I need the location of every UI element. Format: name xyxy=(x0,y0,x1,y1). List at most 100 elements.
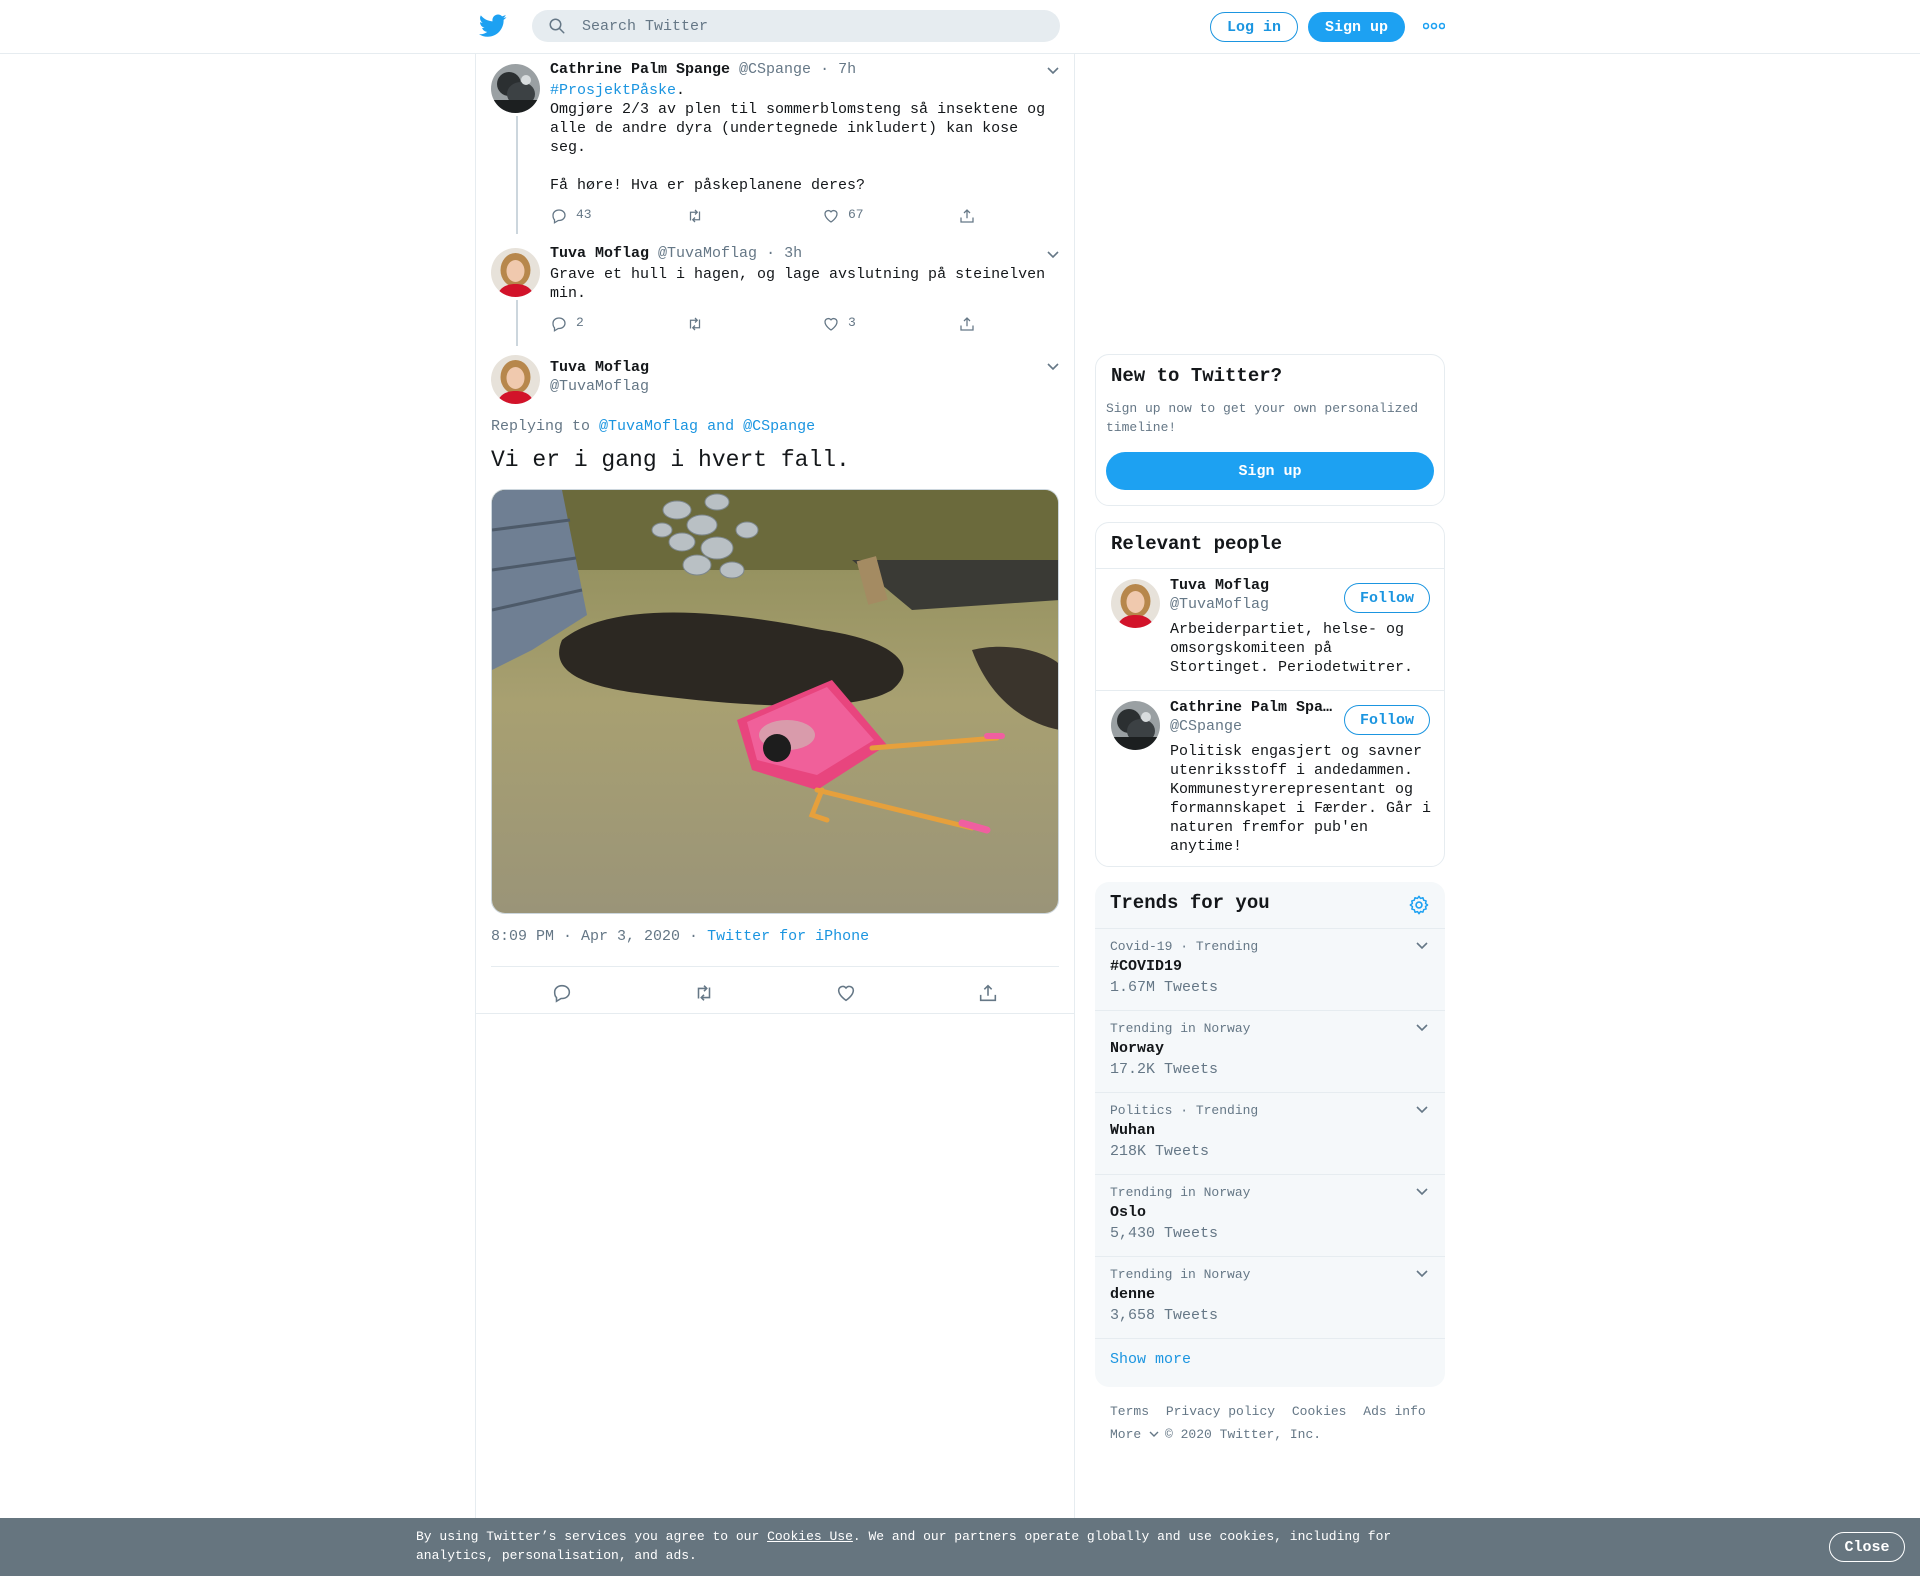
trend-name[interactable]: #COVID19 xyxy=(1110,958,1182,975)
trend-name[interactable]: Norway xyxy=(1110,1040,1164,1057)
footer-more-link[interactable]: More xyxy=(1110,1427,1159,1442)
login-button[interactable]: Log in xyxy=(1210,12,1298,42)
trend-count: 1.67M Tweets xyxy=(1110,979,1219,996)
tweet-timestamp[interactable]: 8:09 PM · Apr 3, 2020 · xyxy=(491,928,698,945)
trend-name[interactable]: denne xyxy=(1110,1286,1155,1303)
card-title: New to Twitter? xyxy=(1111,365,1283,387)
author-name[interactable]: Cathrine Palm Spange xyxy=(550,61,730,78)
person-handle[interactable]: @CSpange xyxy=(1170,718,1242,735)
search-icon xyxy=(549,18,565,34)
card-text: Sign up now to get your own personalized… xyxy=(1106,401,1419,435)
chevron-down-icon[interactable] xyxy=(1046,362,1060,372)
share-button[interactable] xyxy=(958,315,976,333)
replying-to-links[interactable]: @TuvaMoflag and @CSpange xyxy=(599,418,815,435)
trend-name[interactable]: Oslo xyxy=(1110,1204,1146,1221)
author-handle[interactable]: @CSpange xyxy=(739,61,811,78)
twitter-logo-icon[interactable] xyxy=(479,14,507,38)
like-button[interactable]: 67 xyxy=(822,207,864,225)
signup-button[interactable]: Sign up xyxy=(1308,12,1405,42)
tweet-source-link[interactable]: Twitter for iPhone xyxy=(707,928,869,945)
tweet-time[interactable]: · 7h xyxy=(820,61,856,78)
chevron-down-icon[interactable] xyxy=(1415,941,1429,951)
search-bar[interactable] xyxy=(532,10,1060,42)
trend-count: 218K Tweets xyxy=(1110,1143,1210,1160)
footer-link-cookies[interactable]: Cookies xyxy=(1292,1404,1347,1419)
person-bio: Arbeiderpartiet, helse- og omsorgskomite… xyxy=(1170,621,1414,676)
tweet-actions: 43 67 xyxy=(550,207,990,227)
card-title: Trends for you xyxy=(1110,892,1270,914)
trend-context: Trending in Norway xyxy=(1110,1021,1251,1036)
trend-item[interactable]: Trending in Norway denne 3,658 Tweets xyxy=(1095,1256,1445,1338)
tweet-actions: 2 3 xyxy=(550,315,990,335)
chevron-down-icon xyxy=(1149,1431,1159,1437)
hashtag-link[interactable]: #ProsjektPåske xyxy=(550,82,676,99)
trend-name[interactable]: Wuhan xyxy=(1110,1122,1155,1139)
trend-context: Politics · Trending xyxy=(1110,1103,1259,1118)
author-handle[interactable]: @TuvaMoflag xyxy=(550,378,649,395)
chevron-down-icon[interactable] xyxy=(1415,1023,1429,1033)
person-item[interactable]: Tuva Moflag @TuvaMoflag Follow Arbeiderp… xyxy=(1096,569,1444,690)
heart-icon[interactable] xyxy=(835,982,857,1004)
share-icon[interactable] xyxy=(977,982,999,1004)
avatar-tuvamoflag[interactable] xyxy=(491,355,540,404)
person-handle[interactable]: @TuvaMoflag xyxy=(1170,596,1269,613)
person-item[interactable]: Cathrine Palm Spange @CSpange Follow Pol… xyxy=(1096,691,1444,866)
reply-button[interactable]: 2 xyxy=(550,315,584,333)
chevron-down-icon[interactable] xyxy=(1046,250,1060,260)
close-cookie-button[interactable]: Close xyxy=(1829,1532,1905,1562)
divider xyxy=(476,1013,1074,1014)
follow-button[interactable]: Follow xyxy=(1344,583,1430,613)
sidebar-signup-button[interactable]: Sign up xyxy=(1106,452,1434,490)
focus-tweet-actions xyxy=(491,976,1059,1012)
footer-link-privacy[interactable]: Privacy policy xyxy=(1166,1404,1275,1419)
person-name[interactable]: Tuva Moflag xyxy=(1170,577,1335,594)
reply-button[interactable]: 43 xyxy=(550,207,592,225)
new-to-twitter-card: New to Twitter? Sign up now to get your … xyxy=(1095,354,1445,506)
reply-icon[interactable] xyxy=(551,982,573,1004)
trend-item[interactable]: Politics · Trending Wuhan 218K Tweets xyxy=(1095,1092,1445,1174)
trends-card: Trends for you Covid-19 · Trending #COVI… xyxy=(1095,882,1445,1387)
share-button[interactable] xyxy=(958,207,976,225)
like-button[interactable]: 3 xyxy=(822,315,856,333)
trend-context: Trending in Norway xyxy=(1110,1185,1251,1200)
heart-icon xyxy=(824,209,838,223)
retweet-button[interactable] xyxy=(686,315,704,333)
trend-item[interactable]: Covid-19 · Trending #COVID19 1.67M Tweet… xyxy=(1095,928,1445,1010)
trend-item[interactable]: Trending in Norway Oslo 5,430 Tweets xyxy=(1095,1174,1445,1256)
person-name[interactable]: Cathrine Palm Spange xyxy=(1170,699,1335,716)
reply-icon xyxy=(552,317,566,332)
cookie-text: By using Twitter’s services you agree to… xyxy=(416,1529,1392,1563)
chevron-down-icon[interactable] xyxy=(1415,1105,1429,1115)
trend-count: 5,430 Tweets xyxy=(1110,1225,1219,1242)
chevron-down-icon[interactable] xyxy=(1415,1269,1429,1279)
author-name[interactable]: Tuva Moflag xyxy=(550,359,649,376)
footer-link-terms[interactable]: Terms xyxy=(1110,1404,1149,1419)
search-input[interactable] xyxy=(582,10,1042,42)
like-count: 3 xyxy=(848,315,856,330)
avatar[interactable] xyxy=(1111,579,1160,628)
tweet-time[interactable]: · 3h xyxy=(766,245,802,262)
chevron-down-icon[interactable] xyxy=(1046,66,1060,76)
follow-button[interactable]: Follow xyxy=(1344,705,1430,735)
avatar-tuvamoflag[interactable] xyxy=(491,248,540,297)
footer-link-ads-info[interactable]: Ads info xyxy=(1363,1404,1425,1419)
gear-icon[interactable] xyxy=(1408,894,1430,916)
avatar-cspange[interactable] xyxy=(491,64,540,113)
chevron-down-icon[interactable] xyxy=(1415,1187,1429,1197)
retweet-icon[interactable] xyxy=(693,982,715,1004)
wheelbarrow-garden-photo xyxy=(492,490,1058,913)
more-options-icon[interactable] xyxy=(1423,20,1445,32)
retweet-button[interactable] xyxy=(686,207,704,225)
person-bio: Politisk engasjert og savner utenrikssto… xyxy=(1170,743,1432,855)
cookies-use-link[interactable]: Cookies Use xyxy=(767,1529,853,1544)
trend-item[interactable]: Trending in Norway Norway 17.2K Tweets xyxy=(1095,1010,1445,1092)
avatar[interactable] xyxy=(1111,701,1160,750)
reply-count: 43 xyxy=(576,207,592,222)
author-name[interactable]: Tuva Moflag xyxy=(550,245,649,262)
thread-connector-line xyxy=(516,116,518,234)
tweet-photo[interactable] xyxy=(491,489,1059,914)
show-more-link[interactable]: Show more xyxy=(1110,1351,1191,1368)
author-handle[interactable]: @TuvaMoflag xyxy=(658,245,757,262)
footer-links: Terms Privacy policy Cookies Ads info xyxy=(1110,1404,1435,1419)
trend-context: Trending in Norway xyxy=(1110,1267,1251,1282)
